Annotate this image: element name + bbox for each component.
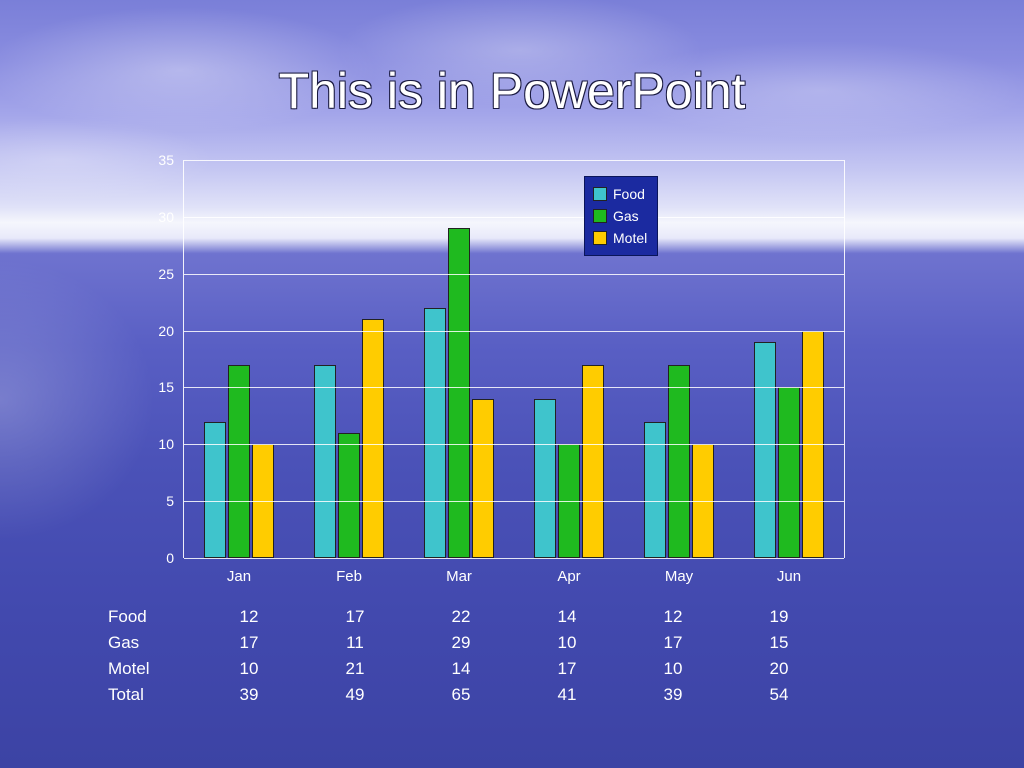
table-cell: 17 <box>620 633 726 653</box>
y-tick-label: 25 <box>134 266 174 282</box>
y-tick-label: 5 <box>134 493 174 509</box>
table-cell: 41 <box>514 685 620 705</box>
table-cell: 17 <box>514 659 620 679</box>
y-tick-label: 20 <box>134 323 174 339</box>
table-cell: 22 <box>408 607 514 627</box>
gridline <box>184 331 844 332</box>
y-axis-line <box>183 160 184 558</box>
bar-chart: JanFebMarAprMayJun 05101520253035 Food G… <box>184 160 844 558</box>
plot-area: JanFebMarAprMayJun 05101520253035 <box>184 160 844 558</box>
table-cell: 15 <box>726 633 832 653</box>
table-cell: 20 <box>726 659 832 679</box>
table-row-label: Motel <box>108 659 196 679</box>
legend-swatch-food <box>593 187 607 201</box>
legend-item-motel: Motel <box>593 227 647 249</box>
gridline <box>184 387 844 388</box>
x-tick-label: Jan <box>209 568 269 585</box>
table-row-label: Food <box>108 607 196 627</box>
slide-title: This is in PowerPoint <box>0 62 1024 120</box>
bar-food <box>314 365 336 558</box>
table-cell: 12 <box>196 607 302 627</box>
table-cell: 17 <box>196 633 302 653</box>
gridline <box>184 160 844 161</box>
gridline <box>184 501 844 502</box>
legend-swatch-gas <box>593 209 607 223</box>
y-tick-label: 30 <box>134 209 174 225</box>
bar-food <box>534 399 556 558</box>
x-tick-label: Mar <box>429 568 489 585</box>
table-cell: 19 <box>726 607 832 627</box>
table-row: Total394965413954 <box>108 682 832 708</box>
table-cell: 39 <box>196 685 302 705</box>
x-tick-label: Apr <box>539 568 599 585</box>
table-cell: 29 <box>408 633 514 653</box>
gridline <box>184 444 844 445</box>
legend-label-motel: Motel <box>613 227 647 249</box>
y-axis-right-line <box>844 160 845 558</box>
table-cell: 65 <box>408 685 514 705</box>
bar-group: Jun <box>734 160 844 558</box>
legend-label-gas: Gas <box>613 205 639 227</box>
bar-motel <box>582 365 604 558</box>
gridline <box>184 558 844 559</box>
bar-gas <box>668 365 690 558</box>
legend-item-gas: Gas <box>593 205 647 227</box>
legend-swatch-motel <box>593 231 607 245</box>
table-cell: 21 <box>302 659 408 679</box>
table-row-label: Total <box>108 685 196 705</box>
bar-food <box>424 308 446 558</box>
table-cell: 11 <box>302 633 408 653</box>
bar-group: Jan <box>184 160 294 558</box>
gridline <box>184 274 844 275</box>
table-cell: 10 <box>620 659 726 679</box>
bar-motel <box>472 399 494 558</box>
table-cell: 54 <box>726 685 832 705</box>
table-cell: 49 <box>302 685 408 705</box>
bar-group: Mar <box>404 160 514 558</box>
legend-label-food: Food <box>613 183 645 205</box>
bar-gas <box>338 433 360 558</box>
y-tick-label: 35 <box>134 152 174 168</box>
table-row: Motel102114171020 <box>108 656 832 682</box>
bar-gas <box>448 228 470 558</box>
table-cell: 10 <box>514 633 620 653</box>
table-cell: 39 <box>620 685 726 705</box>
table-row-label: Gas <box>108 633 196 653</box>
bars-layer: JanFebMarAprMayJun <box>184 160 844 558</box>
y-tick-label: 10 <box>134 436 174 452</box>
table-row: Gas171129101715 <box>108 630 832 656</box>
table-cell: 17 <box>302 607 408 627</box>
table-cell: 10 <box>196 659 302 679</box>
bar-gas <box>228 365 250 558</box>
bar-food <box>204 422 226 558</box>
bar-food <box>754 342 776 558</box>
bar-motel <box>362 319 384 558</box>
x-tick-label: May <box>649 568 709 585</box>
y-tick-label: 15 <box>134 379 174 395</box>
bar-group: Feb <box>294 160 404 558</box>
y-tick-label: 0 <box>134 550 174 566</box>
table-cell: 14 <box>514 607 620 627</box>
data-table: Food121722141219Gas171129101715Motel1021… <box>108 604 832 708</box>
table-cell: 12 <box>620 607 726 627</box>
legend-item-food: Food <box>593 183 647 205</box>
x-tick-label: Jun <box>759 568 819 585</box>
gridline <box>184 217 844 218</box>
legend: Food Gas Motel <box>584 176 658 256</box>
bar-food <box>644 422 666 558</box>
bar-gas <box>778 387 800 558</box>
table-row: Food121722141219 <box>108 604 832 630</box>
table-cell: 14 <box>408 659 514 679</box>
x-tick-label: Feb <box>319 568 379 585</box>
